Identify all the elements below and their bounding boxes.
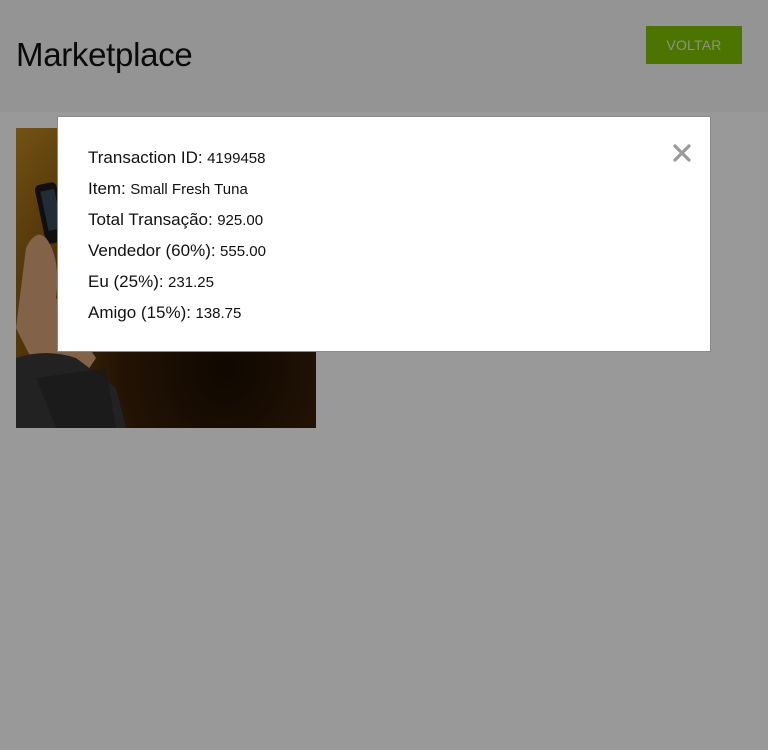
detail-label: Vendedor (60%): [88, 241, 216, 260]
transaction-modal: Transaction ID: 4199458 Item: Small Fres… [57, 116, 711, 352]
transaction-details: Transaction ID: 4199458 Item: Small Fres… [88, 147, 266, 333]
detail-value: 231.25 [168, 274, 214, 291]
item-row: Item: Small Fresh Tuna [88, 178, 266, 209]
detail-label: Item: [88, 179, 126, 198]
page: Marketplace VOLTAR Transaction ID: 41994… [0, 0, 768, 750]
my-share-row: Eu (25%): 231.25 [88, 271, 266, 302]
transaction-id-row: Transaction ID: 4199458 [88, 147, 266, 178]
detail-value: 555.00 [220, 243, 266, 260]
detail-label: Eu (25%): [88, 272, 164, 291]
detail-label: Total Transação: [88, 210, 213, 229]
detail-value: 4199458 [207, 150, 266, 167]
detail-value: 138.75 [195, 305, 242, 322]
friend-share-row: Amigo (15%): 138.75 [88, 302, 266, 333]
total-row: Total Transação: 925.00 [88, 209, 266, 240]
vendor-share-row: Vendedor (60%): 555.00 [88, 240, 266, 271]
detail-value: 925.00 [217, 212, 264, 229]
close-icon[interactable] [672, 143, 692, 163]
detail-label: Amigo (15%): [88, 303, 191, 322]
modal-overlay[interactable] [0, 0, 768, 750]
detail-label: Transaction ID: [88, 148, 203, 167]
detail-value: Small Fresh Tuna [130, 181, 248, 198]
